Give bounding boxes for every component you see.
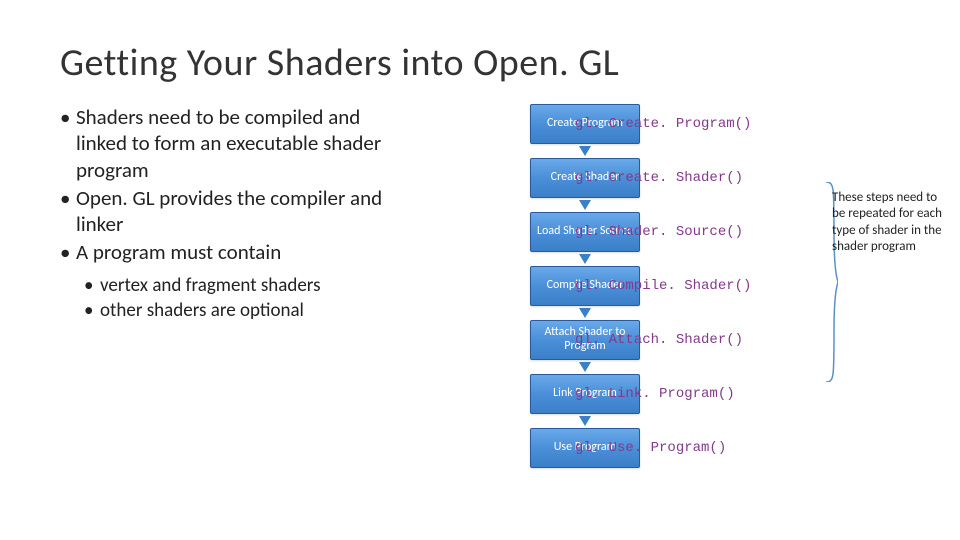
slide: Getting Your Shaders into Open. GL Shade… [0,0,960,540]
function-label: gl. Create. Shader() [575,158,751,198]
bullet-item: Shaders need to be compiled and linked t… [60,104,400,183]
function-label: gl. Link. Program() [575,374,751,414]
sub-bullet-list: vertex and fragment shaders other shader… [60,274,400,324]
function-labels: gl. Create. Program() gl. Create. Shader… [575,104,751,482]
flow-column: Create Program Create Shader Load Shader… [420,104,750,468]
bullet-item: Open. GL provides the compiler and linke… [60,185,400,238]
function-label: gl. Compile. Shader() [575,266,751,306]
function-label: gl. Attach. Shader() [575,320,751,360]
function-label: gl. Shader. Source() [575,212,751,252]
side-note: These steps need to be repeated for each… [832,190,942,255]
bullet-list: Shaders need to be compiled and linked t… [60,104,400,266]
slide-title: Getting Your Shaders into Open. GL [60,40,900,86]
slide-body: Shaders need to be compiled and linked t… [60,104,900,468]
left-column: Shaders need to be compiled and linked t… [60,104,420,468]
function-label: gl. Use. Program() [575,428,751,468]
bullet-item: A program must contain [60,239,400,265]
sub-bullet-item: vertex and fragment shaders [84,274,400,298]
function-label: gl. Create. Program() [575,104,751,144]
sub-bullet-item: other shaders are optional [84,299,400,323]
